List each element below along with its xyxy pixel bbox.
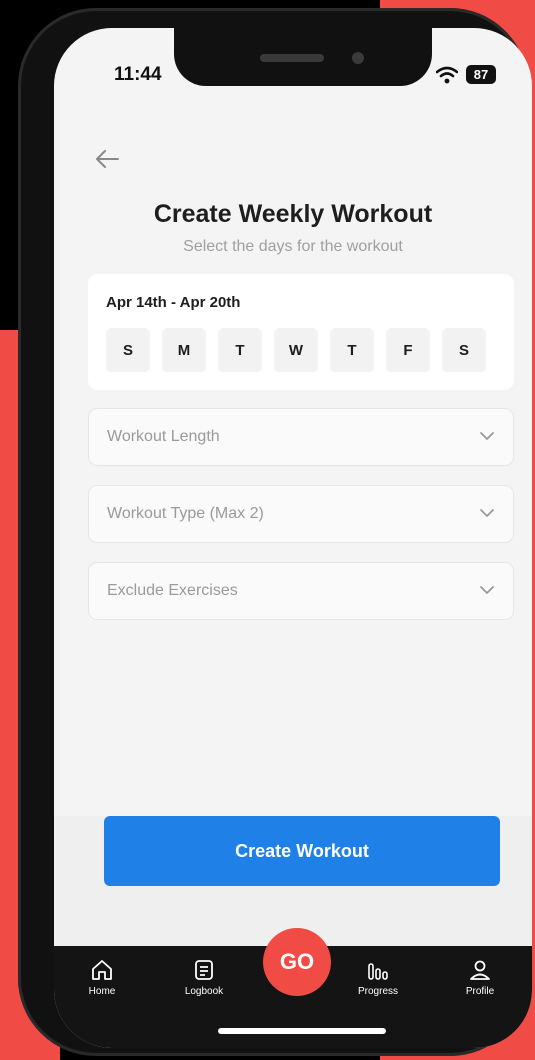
day-wednesday[interactable]: W: [274, 328, 318, 372]
day-tuesday[interactable]: T: [218, 328, 262, 372]
day-saturday[interactable]: S: [442, 328, 486, 372]
app-screen: 11:44 87 Create Weekly Workout Select th…: [54, 28, 532, 1048]
day-thursday[interactable]: T: [330, 328, 374, 372]
status-time: 11:44: [114, 64, 162, 85]
exclude-exercises-label: Exclude Exercises: [107, 582, 238, 599]
chevron-down-icon: [480, 432, 494, 440]
home-indicator: [218, 1028, 386, 1034]
tab-logbook[interactable]: Logbook: [164, 958, 244, 997]
chevron-down-icon: [480, 509, 494, 517]
page-title: Create Weekly Workout: [153, 200, 433, 228]
workout-type-dropdown[interactable]: Workout Type (Max 2): [88, 485, 514, 543]
tab-home[interactable]: Home: [62, 958, 142, 997]
day-friday[interactable]: F: [386, 328, 430, 372]
chevron-down-icon: [480, 586, 494, 594]
week-selector-card: Apr 14th - Apr 20th S M T W T F S: [88, 274, 514, 390]
day-sunday[interactable]: S: [106, 328, 150, 372]
tab-progress[interactable]: Progress: [338, 958, 418, 997]
home-icon: [92, 960, 112, 980]
workout-length-label: Workout Length: [107, 428, 220, 445]
workout-type-label: Workout Type (Max 2): [107, 505, 264, 522]
go-button[interactable]: GO: [263, 928, 331, 996]
tab-home-label: Home: [88, 986, 116, 997]
exclude-exercises-dropdown[interactable]: Exclude Exercises: [88, 562, 514, 620]
create-workout-button[interactable]: Create Workout: [104, 816, 500, 886]
progress-icon: [368, 963, 388, 980]
tab-profile-label: Profile: [465, 986, 495, 997]
day-picker: S M T W T F S: [106, 328, 486, 372]
camera: [352, 52, 364, 64]
tab-logbook-label: Logbook: [184, 986, 224, 997]
wifi-icon: [436, 66, 458, 84]
battery-indicator: 87: [466, 65, 496, 84]
tab-progress-label: Progress: [357, 986, 398, 997]
day-monday[interactable]: M: [162, 328, 206, 372]
notch: [174, 28, 432, 86]
page-subtitle: Select the days for the workout: [183, 238, 403, 255]
logbook-icon: [195, 960, 213, 980]
speaker: [260, 54, 324, 62]
back-arrow-icon[interactable]: [94, 148, 120, 170]
phone-frame: 11:44 87 Create Weekly Workout Select th…: [18, 8, 532, 1056]
tab-profile[interactable]: Profile: [440, 958, 520, 997]
profile-icon: [470, 960, 490, 980]
week-range: Apr 14th - Apr 20th: [106, 294, 241, 311]
workout-length-dropdown[interactable]: Workout Length: [88, 408, 514, 466]
